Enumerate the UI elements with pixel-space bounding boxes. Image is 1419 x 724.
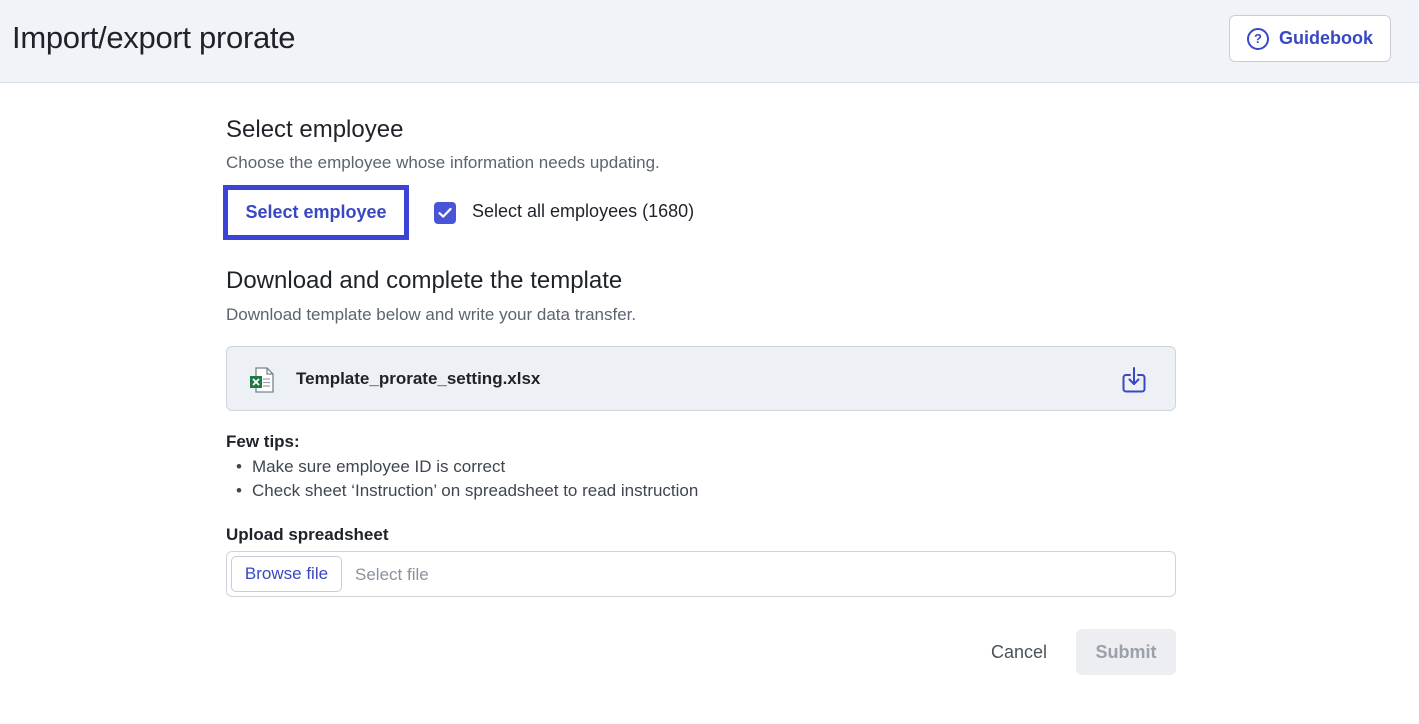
select-employee-subtitle: Choose the employee whose information ne…	[226, 153, 660, 172]
guidebook-button[interactable]: ? Guidebook	[1229, 15, 1391, 62]
tip-item: Check sheet ‘Instruction’ on spreadsheet…	[226, 480, 698, 504]
upload-placeholder: Select file	[355, 565, 429, 584]
page-header: Import/export prorate ? Guidebook	[0, 0, 1419, 83]
template-subtitle: Download template below and write your d…	[226, 305, 637, 324]
template-file-name: Template_prorate_setting.xlsx	[296, 369, 541, 388]
upload-field[interactable]: Browse file Select file	[226, 551, 1176, 597]
page-title: Import/export prorate	[12, 20, 296, 55]
tips-list: Make sure employee ID is correct Check s…	[226, 456, 698, 504]
submit-button[interactable]: Submit	[1076, 629, 1176, 675]
select-employee-title: Select employee	[226, 116, 404, 143]
excel-file-icon	[248, 366, 276, 399]
select-all-checkbox[interactable]	[434, 202, 456, 224]
download-icon[interactable]	[1119, 365, 1149, 400]
select-employee-button[interactable]: Select employee	[223, 185, 409, 240]
template-file-card: Template_prorate_setting.xlsx	[226, 346, 1176, 411]
select-all-label[interactable]: Select all employees (1680)	[472, 201, 694, 222]
template-title: Download and complete the template	[226, 267, 623, 294]
browse-file-button[interactable]: Browse file	[231, 556, 342, 592]
cancel-button[interactable]: Cancel	[976, 629, 1062, 675]
tip-item: Make sure employee ID is correct	[226, 456, 698, 480]
guidebook-label: Guidebook	[1279, 28, 1373, 48]
help-circle-icon: ?	[1247, 27, 1269, 50]
upload-label: Upload spreadsheet	[226, 525, 389, 544]
tips-title: Few tips:	[226, 432, 300, 451]
checkmark-icon	[438, 207, 452, 218]
